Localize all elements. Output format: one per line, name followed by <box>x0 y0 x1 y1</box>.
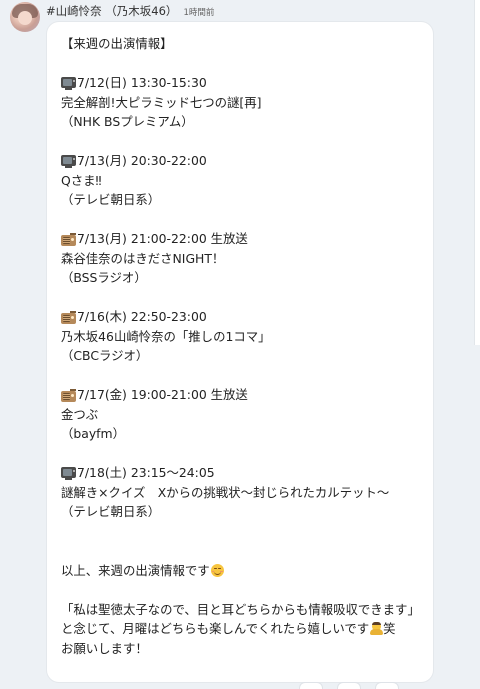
schedule-1-channel: （NHK BSプレミアム） <box>61 114 194 129</box>
schedule-3-time: 7/13(月) 21:00-22:00 生放送 <box>61 229 423 249</box>
schedule-5-channel: （bayfm） <box>61 426 126 441</box>
schedule-6-time: 7/18(土) 23:15〜24:05 <box>61 463 423 483</box>
praying-person-emoji-icon <box>370 622 384 635</box>
schedule-4-program: 乃木坂46山崎怜奈の「推しの1コマ」 <box>61 328 271 344</box>
ending-tail: 笑 <box>383 621 396 636</box>
schedule-1-program: 完全解剖!大ピラミッド七つの謎[再] <box>61 94 262 110</box>
reaction-button[interactable] <box>376 683 398 689</box>
ending-text: と念じて、月曜はどちらも楽しんでくれたら嬉しいです <box>61 621 370 636</box>
author-name[interactable]: #山崎怜奈 （乃木坂46） <box>46 3 177 19</box>
schedule-4-time-text: 7/16(木) 22:50-23:00 <box>77 309 207 324</box>
schedule-5-time-text: 7/17(金) 19:00-21:00 生放送 <box>77 387 248 402</box>
message-content: 【来週の出演情報】 7/12(日) 13:30-15:30 完全解剖!大ピラミッ… <box>61 34 423 658</box>
reaction-bar <box>300 683 398 689</box>
radio-icon <box>61 233 76 246</box>
message-bubble: 【来週の出演情報】 7/12(日) 13:30-15:30 完全解剖!大ピラミッ… <box>47 22 433 682</box>
avatar[interactable] <box>10 2 40 32</box>
schedule-2-time-text: 7/13(月) 20:30-22:00 <box>77 153 207 168</box>
ending-line-2: お願いします！ <box>61 640 148 656</box>
schedule-title: 【来週の出演情報】 <box>61 36 173 51</box>
schedule-4-time: 7/16(木) 22:50-23:00 <box>61 307 423 327</box>
schedule-3-channel: （BSSラジオ） <box>61 270 147 285</box>
tv-icon <box>61 77 76 90</box>
smiling-face-emoji-icon <box>210 563 224 577</box>
schedule-2-program: Qさま‼︎ <box>61 172 102 188</box>
ending-line-1: と念じて、月曜はどちらも楽しんでくれたら嬉しいです笑 <box>61 619 423 639</box>
reaction-button[interactable] <box>300 683 322 689</box>
schedule-3-time-text: 7/13(月) 21:00-22:00 生放送 <box>77 231 248 246</box>
closing-text: 以上、来週の出演情報です <box>61 562 210 578</box>
schedule-5-time: 7/17(金) 19:00-21:00 生放送 <box>61 385 423 405</box>
post-time: 1時間前 <box>183 8 215 18</box>
post-meta: #山崎怜奈 （乃木坂46） 1時間前 <box>46 3 214 19</box>
schedule-2-channel: （テレビ朝日系） <box>61 192 161 207</box>
radio-icon <box>61 311 76 324</box>
timeline-post: #山崎怜奈 （乃木坂46） 1時間前 【来週の出演情報】 7/12(日) 13:… <box>0 0 480 689</box>
schedule-1-time-text: 7/12(日) 13:30-15:30 <box>77 75 207 90</box>
adjacent-panel-edge <box>474 0 480 345</box>
schedule-6-program: 謎解き×クイズ Xからの挑戦状〜封じられたカルテット〜 <box>61 484 390 500</box>
reaction-button[interactable] <box>338 683 360 689</box>
schedule-6-time-text: 7/18(土) 23:15〜24:05 <box>77 465 215 480</box>
schedule-2-time: 7/13(月) 20:30-22:00 <box>61 151 423 171</box>
schedule-6-channel: （テレビ朝日系） <box>61 504 161 519</box>
quote-line: 「私は聖徳太子なので、目と耳どちらからも情報吸収できます」 <box>61 601 420 617</box>
closing-line: 以上、来週の出演情報です <box>61 561 423 581</box>
schedule-1-time: 7/12(日) 13:30-15:30 <box>61 73 423 93</box>
schedule-3-program: 森谷佳奈のはきださNIGHT！ <box>61 250 225 266</box>
tv-icon <box>61 155 76 168</box>
schedule-5-program: 金つぶ <box>61 406 99 422</box>
avatar-face <box>18 11 32 25</box>
tv-icon <box>61 467 76 480</box>
radio-icon <box>61 389 76 402</box>
schedule-4-channel: （CBCラジオ） <box>61 348 149 363</box>
